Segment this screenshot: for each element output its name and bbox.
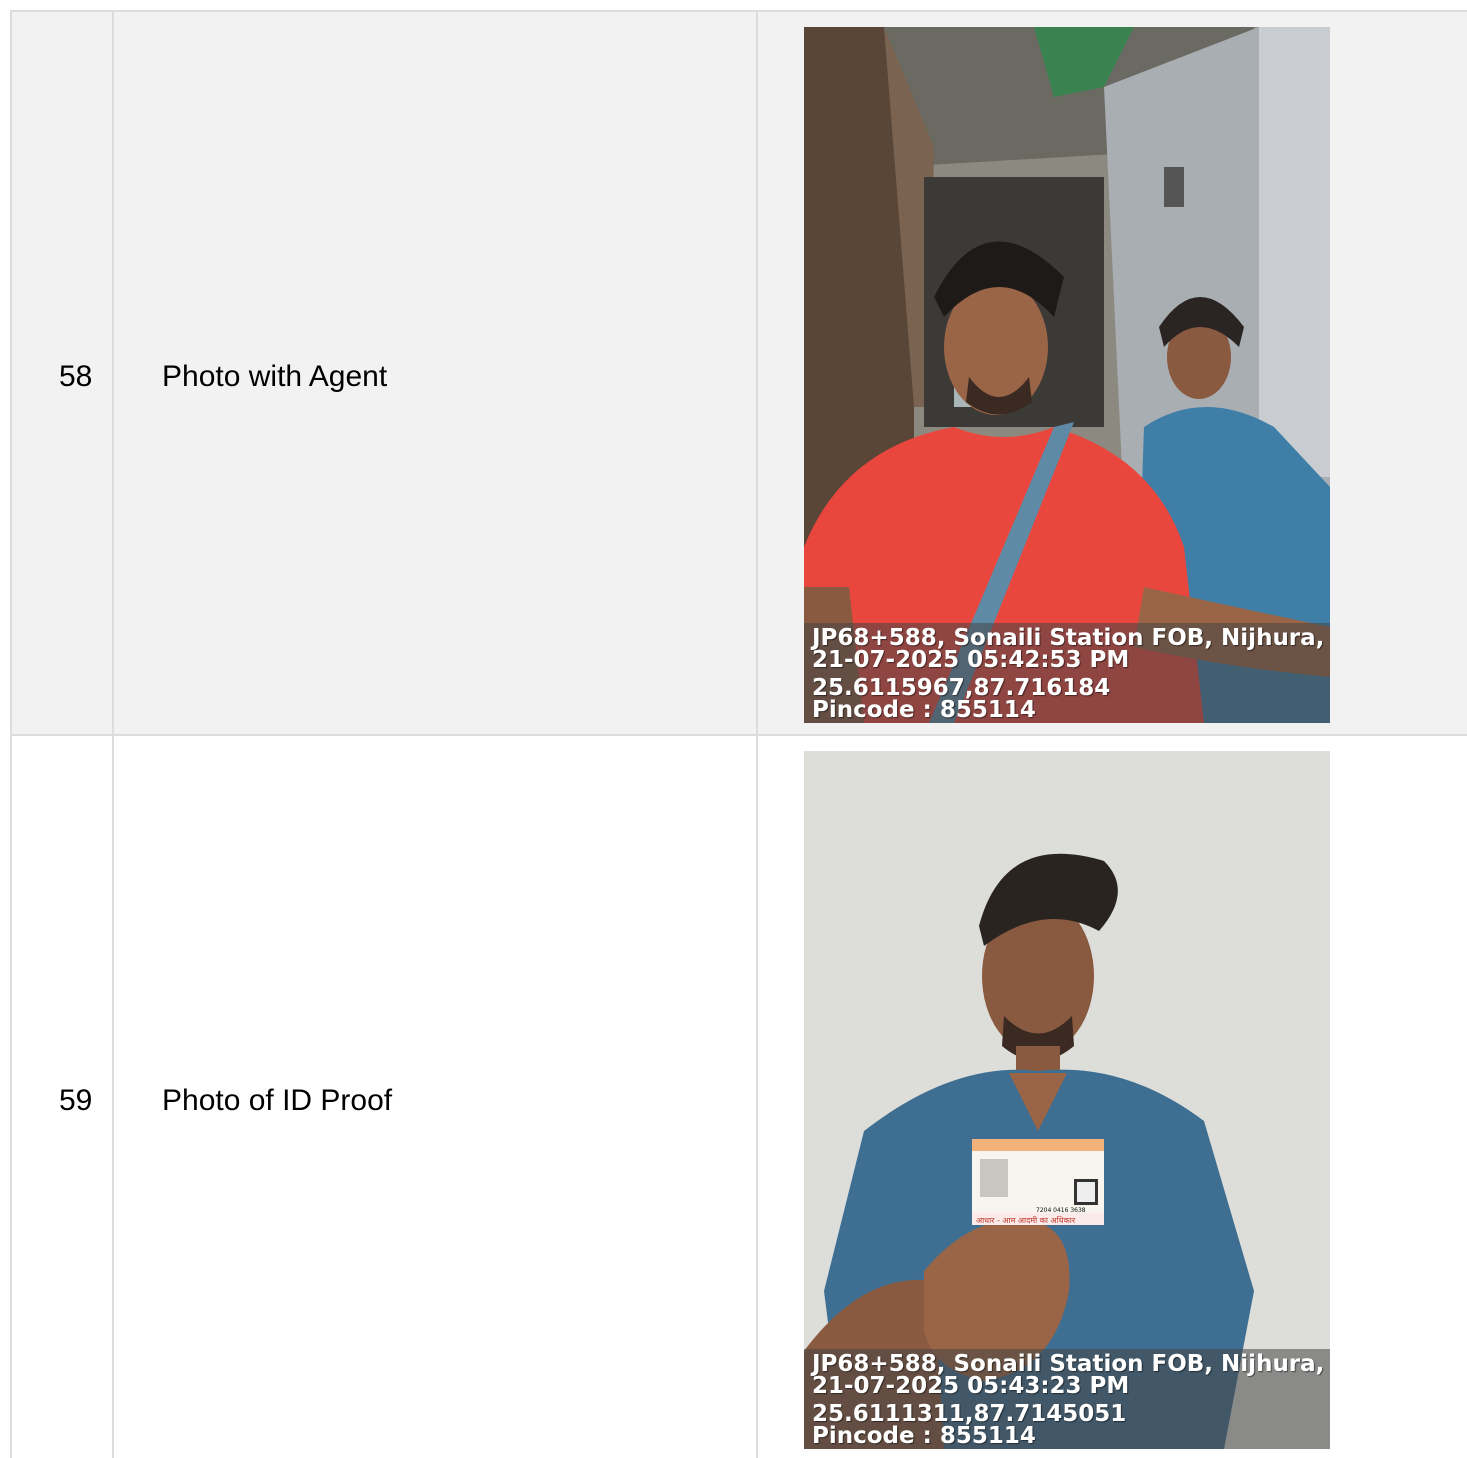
photo-of-id-proof[interactable]: 7204 0416 3638 आधार - आम आदमी का अधिकार …: [804, 751, 1330, 1449]
table-row: 58 Photo with Agent JP68+588, Sonaili St…: [12, 12, 1467, 736]
table-row: 59 Photo of ID Proof 7204 0416 3638 आधार…: [12, 736, 1467, 1458]
selfie-photo-image: [804, 27, 1330, 723]
item-label: Photo with Agent: [162, 360, 388, 393]
stamp-location: JP68+588, Sonaili Station FOB, Nijhura, …: [812, 1351, 1330, 1377]
id-card-tagline: आधार - आम आदमी का अधिकार: [976, 1215, 1076, 1225]
geo-stamp: JP68+588, Sonaili Station FOB, Nijhura, …: [804, 1349, 1330, 1449]
serial-number-cell: 59: [12, 736, 114, 1458]
stamp-coordinates: 25.6111311,87.7145051: [812, 1401, 1127, 1427]
serial-number-cell: 58: [12, 12, 114, 734]
geo-stamp: JP68+588, Sonaili Station FOB, Nijhura, …: [804, 623, 1330, 723]
verification-table: 58 Photo with Agent JP68+588, Sonaili St…: [10, 10, 1467, 1458]
stamp-datetime: 21-07-2025 05:43:23 PM: [812, 1373, 1130, 1399]
photo-cell: JP68+588, Sonaili Station FOB, Nijhura, …: [758, 12, 1467, 734]
photo-with-agent[interactable]: JP68+588, Sonaili Station FOB, Nijhura, …: [804, 27, 1330, 723]
stamp-datetime: 21-07-2025 05:42:53 PM: [812, 647, 1130, 673]
stamp-pincode: Pincode : 855114: [812, 1423, 1036, 1449]
id-proof-photo-image: 7204 0416 3638 आधार - आम आदमी का अधिकार: [804, 751, 1330, 1449]
label-cell: Photo with Agent: [114, 12, 758, 734]
stamp-pincode: Pincode : 855114: [812, 697, 1036, 723]
photo-cell: 7204 0416 3638 आधार - आम आदमी का अधिकार …: [758, 736, 1467, 1458]
id-card-number: 7204 0416 3638: [1036, 1207, 1086, 1214]
serial-number: 59: [59, 1084, 93, 1117]
serial-number: 58: [59, 360, 93, 393]
label-cell: Photo of ID Proof: [114, 736, 758, 1458]
stamp-location: JP68+588, Sonaili Station FOB, Nijhura, …: [812, 625, 1330, 651]
stamp-coordinates: 25.6115967,87.716184: [812, 675, 1111, 701]
item-label: Photo of ID Proof: [162, 1084, 393, 1117]
